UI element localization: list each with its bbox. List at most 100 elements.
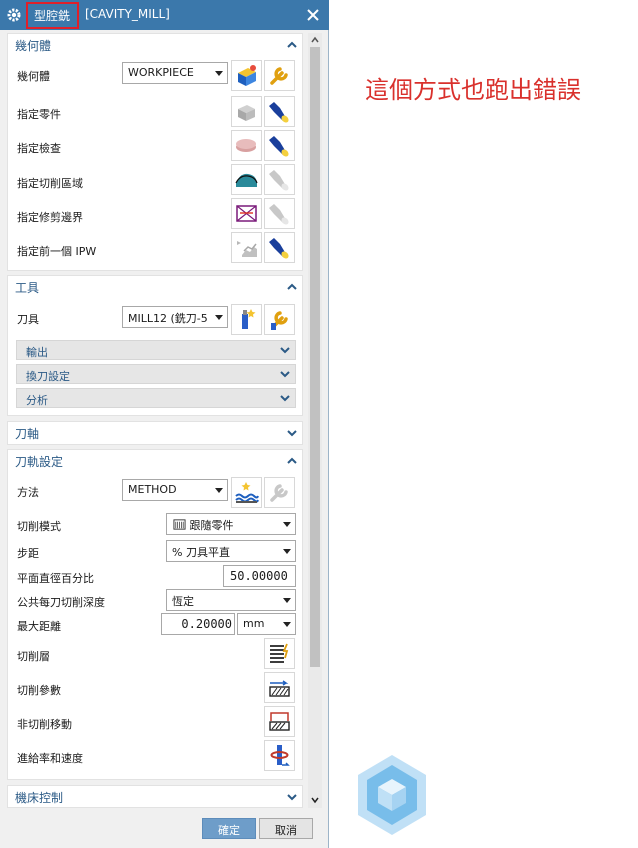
specify-previous-ipw-label: 指定前一個 IPW — [17, 245, 97, 258]
max-distance-input[interactable]: 0.20000 — [161, 613, 235, 635]
dropdown-arrow-icon — [283, 622, 291, 627]
feeds-speeds-icon — [270, 745, 290, 766]
dialog-titlebar[interactable]: 型腔銑 [CAVITY_MILL] — [0, 0, 329, 30]
chevron-down-icon[interactable] — [278, 367, 292, 381]
feeds-speeds-button[interactable] — [264, 740, 295, 771]
machine-control-section-title: 機床控制 — [15, 791, 64, 805]
chevron-down-icon[interactable] — [285, 790, 299, 804]
machine-control-section-header[interactable]: 機床控制 — [7, 786, 303, 808]
output-subsection-title: 輸出 — [26, 346, 48, 359]
dropdown-arrow-icon — [283, 549, 291, 554]
depth-per-cut-select[interactable]: 恆定 — [166, 589, 296, 611]
tool-axis-section-title: 刀軸 — [15, 427, 40, 441]
cut-levels-button[interactable] — [264, 638, 295, 669]
edit-tool-button[interactable] — [264, 304, 295, 335]
path-settings-section-title: 刀軌設定 — [15, 455, 64, 469]
geometry-section-header[interactable]: 幾何體 — [7, 34, 303, 56]
specify-trim-boundary-button[interactable] — [231, 198, 262, 229]
flashlight-icon — [269, 102, 289, 123]
analysis-subsection[interactable]: 分析 — [16, 388, 296, 408]
edit-geometry-button[interactable] — [264, 60, 295, 91]
specify-trim-boundary-label: 指定修剪邊界 — [17, 211, 83, 224]
dropdown-arrow-icon — [215, 71, 223, 76]
chevron-down-icon[interactable] — [285, 426, 299, 440]
depth-per-cut-label: 公共每刀切削深度 — [17, 596, 105, 609]
display-previous-ipw-button[interactable] — [264, 232, 295, 263]
dropdown-arrow-icon — [283, 522, 291, 527]
check-geometry-icon — [236, 139, 256, 152]
method-select[interactable]: METHOD — [122, 479, 228, 501]
specify-cut-area-label: 指定切削區域 — [17, 177, 83, 190]
chevron-up-icon[interactable] — [285, 38, 299, 52]
vertical-scrollbar[interactable] — [308, 33, 322, 808]
close-icon[interactable] — [304, 6, 322, 24]
new-tool-icon — [242, 309, 256, 329]
tool-select[interactable]: MILL12 (銑刀-5 — [122, 306, 228, 328]
workpiece-icon — [238, 65, 256, 86]
select-geometry-button[interactable] — [231, 60, 262, 91]
max-distance-label: 最大距離 — [17, 620, 61, 633]
display-cut-area-button[interactable] — [264, 164, 295, 195]
tool-change-settings-subsection[interactable]: 換刀設定 — [16, 364, 296, 384]
stepover-label: 步距 — [17, 547, 39, 560]
cancel-button[interactable]: 取消 — [259, 818, 313, 839]
display-trim-boundary-button[interactable] — [264, 198, 295, 229]
geometry-select[interactable]: WORKPIECE — [122, 62, 228, 84]
non-cutting-moves-button[interactable] — [264, 706, 295, 737]
tool-section-header[interactable]: 工具 — [7, 276, 303, 298]
dialog-operation-name: [CAVITY_MILL] — [85, 7, 170, 21]
flashlight-icon — [269, 136, 289, 157]
display-part-button[interactable] — [264, 96, 295, 127]
scroll-up-icon[interactable] — [309, 34, 321, 46]
specify-cut-area-button[interactable] — [231, 164, 262, 195]
cut-pattern-select[interactable]: 跟隨零件 — [166, 513, 296, 535]
chevron-up-icon[interactable] — [285, 454, 299, 468]
specify-check-label: 指定檢查 — [17, 142, 61, 155]
cut-levels-label: 切削層 — [17, 650, 50, 663]
wrench-disabled-icon — [270, 484, 288, 502]
dropdown-arrow-icon — [283, 598, 291, 603]
chevron-up-icon[interactable] — [285, 280, 299, 294]
max-distance-unit-select[interactable]: mm — [237, 613, 296, 635]
feeds-speeds-label: 進給率和速度 — [17, 752, 83, 765]
dropdown-arrow-icon — [215, 488, 223, 493]
scrollbar-thumb[interactable] — [310, 47, 320, 667]
specify-previous-ipw-button[interactable] — [231, 232, 262, 263]
edit-tool-icon — [271, 311, 288, 330]
geometry-section-title: 幾何體 — [15, 39, 52, 53]
edit-method-button[interactable] — [264, 477, 295, 508]
geometry-label: 幾何體 — [17, 70, 50, 83]
specify-part-label: 指定零件 — [17, 108, 61, 121]
new-method-button[interactable] — [231, 477, 262, 508]
specify-part-button[interactable] — [231, 96, 262, 127]
cut-pattern-label: 切削模式 — [17, 520, 61, 533]
new-tool-button[interactable] — [231, 304, 262, 335]
chevron-down-icon[interactable] — [278, 343, 292, 357]
tool-label: 刀具 — [17, 313, 39, 326]
tool-axis-section-header[interactable]: 刀軸 — [7, 422, 303, 444]
chevron-down-icon[interactable] — [278, 391, 292, 405]
tool-change-settings-title: 換刀設定 — [26, 370, 70, 383]
path-settings-section-header[interactable]: 刀軌設定 — [7, 450, 303, 472]
display-check-button[interactable] — [264, 130, 295, 161]
cut-parameters-button[interactable] — [264, 672, 295, 703]
flashlight-disabled-icon — [269, 204, 289, 225]
dialog-title: 型腔銑 — [34, 9, 71, 23]
part-icon — [238, 105, 255, 121]
cut-parameters-label: 切削參數 — [17, 684, 61, 697]
flashlight-disabled-icon — [269, 170, 289, 191]
analysis-subsection-title: 分析 — [26, 394, 48, 407]
percent-flat-diameter-input[interactable]: 50.00000 — [223, 565, 296, 587]
specify-check-button[interactable] — [231, 130, 262, 161]
new-method-icon — [235, 482, 259, 503]
ok-button[interactable]: 確定 — [202, 818, 256, 839]
non-cutting-moves-icon — [269, 712, 290, 731]
gear-icon[interactable] — [6, 7, 22, 23]
scroll-down-icon[interactable] — [309, 794, 321, 806]
stepover-select[interactable]: % 刀具平直 — [166, 540, 296, 562]
output-subsection[interactable]: 輸出 — [16, 340, 296, 360]
tool-section-title: 工具 — [15, 281, 40, 295]
non-cutting-moves-label: 非切削移動 — [17, 718, 72, 731]
cube-logo-icon — [358, 755, 426, 835]
dropdown-arrow-icon — [215, 315, 223, 320]
